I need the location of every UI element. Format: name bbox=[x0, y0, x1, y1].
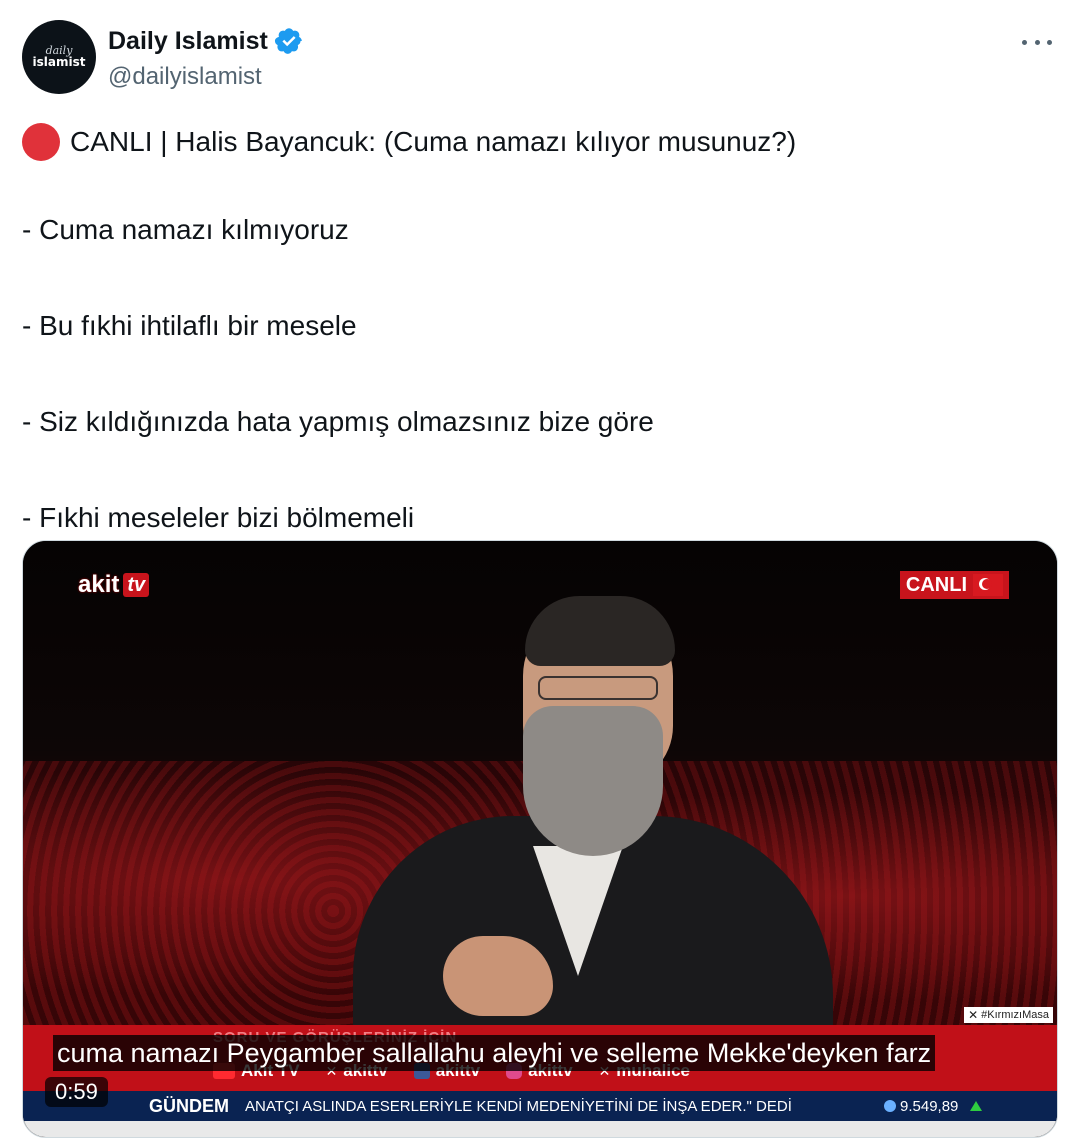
video-subtitle: cuma namazı Peygamber sallallahu aleyhi … bbox=[53, 1035, 936, 1071]
up-arrow-icon bbox=[970, 1101, 983, 1111]
avatar[interactable]: daily islamist bbox=[22, 20, 96, 94]
market-index: 9.549,89 bbox=[884, 1097, 983, 1115]
more-options-icon[interactable] bbox=[1022, 30, 1052, 54]
account-handle[interactable]: @dailyislamist bbox=[108, 63, 304, 91]
tweet-line-5: - Fıkhi meseleler bizi bölmemeli bbox=[22, 502, 415, 533]
tweet-line-3: - Bu fıkhi ihtilaflı bir mesele bbox=[22, 310, 357, 341]
video-bottom-strip bbox=[23, 1121, 1057, 1137]
live-label: CANLI bbox=[905, 573, 967, 596]
account-names: Daily Islamist @dailyislamist bbox=[108, 25, 304, 91]
index-value: 9.549,89 bbox=[900, 1097, 959, 1115]
verified-badge-icon bbox=[274, 28, 302, 54]
red-circle-icon bbox=[22, 123, 60, 161]
hashtag-tag: ✕ #KırmızıMasa bbox=[964, 1007, 1053, 1023]
news-ticker: GÜNDEM ANATÇI ASLINDA ESERLERİYLE KENDİ … bbox=[23, 1091, 1057, 1121]
globe-icon bbox=[884, 1100, 896, 1112]
tweet-text: CANLI | Halis Bayancuk: (Cuma namazı kıl… bbox=[22, 122, 1062, 538]
display-name[interactable]: Daily Islamist bbox=[108, 27, 268, 56]
display-name-row: Daily Islamist bbox=[108, 25, 304, 57]
akit-tv-logo: akit tv bbox=[78, 571, 150, 599]
x-logo-icon: ✕ bbox=[968, 1008, 979, 1022]
video-duration: 0:59 bbox=[45, 1077, 108, 1107]
tweet-line-2: - Cuma namazı kılmıyoruz bbox=[22, 214, 349, 245]
hashtag-text: #KırmızıMasa bbox=[981, 1009, 1049, 1021]
logo-text: akit bbox=[78, 571, 120, 598]
tweet-line-4: - Siz kıldığınızda hata yapmış olmazsını… bbox=[22, 406, 654, 437]
tweet-line-1-text: CANLI | Halis Bayancuk: (Cuma namazı kıl… bbox=[70, 126, 797, 157]
logo-tv: tv bbox=[123, 573, 150, 597]
ticker-text: ANATÇI ASLINDA ESERLERİYLE KENDİ MEDENİY… bbox=[245, 1097, 792, 1115]
video-player[interactable]: akit tv CANLI ✕ #KırmızıMasa SORU VE GÖR… bbox=[22, 540, 1058, 1138]
speaker-figure bbox=[313, 596, 873, 1116]
avatar-text-islamist: islamist bbox=[32, 55, 86, 69]
turkish-flag-icon bbox=[973, 574, 1003, 596]
ticker-label: GÜNDEM bbox=[141, 1095, 237, 1117]
tweet-line-1: CANLI | Halis Bayancuk: (Cuma namazı kıl… bbox=[22, 122, 1062, 162]
tweet-header: daily islamist Daily Islamist @dailyisla… bbox=[22, 20, 1058, 100]
live-badge: CANLI bbox=[899, 571, 1009, 599]
